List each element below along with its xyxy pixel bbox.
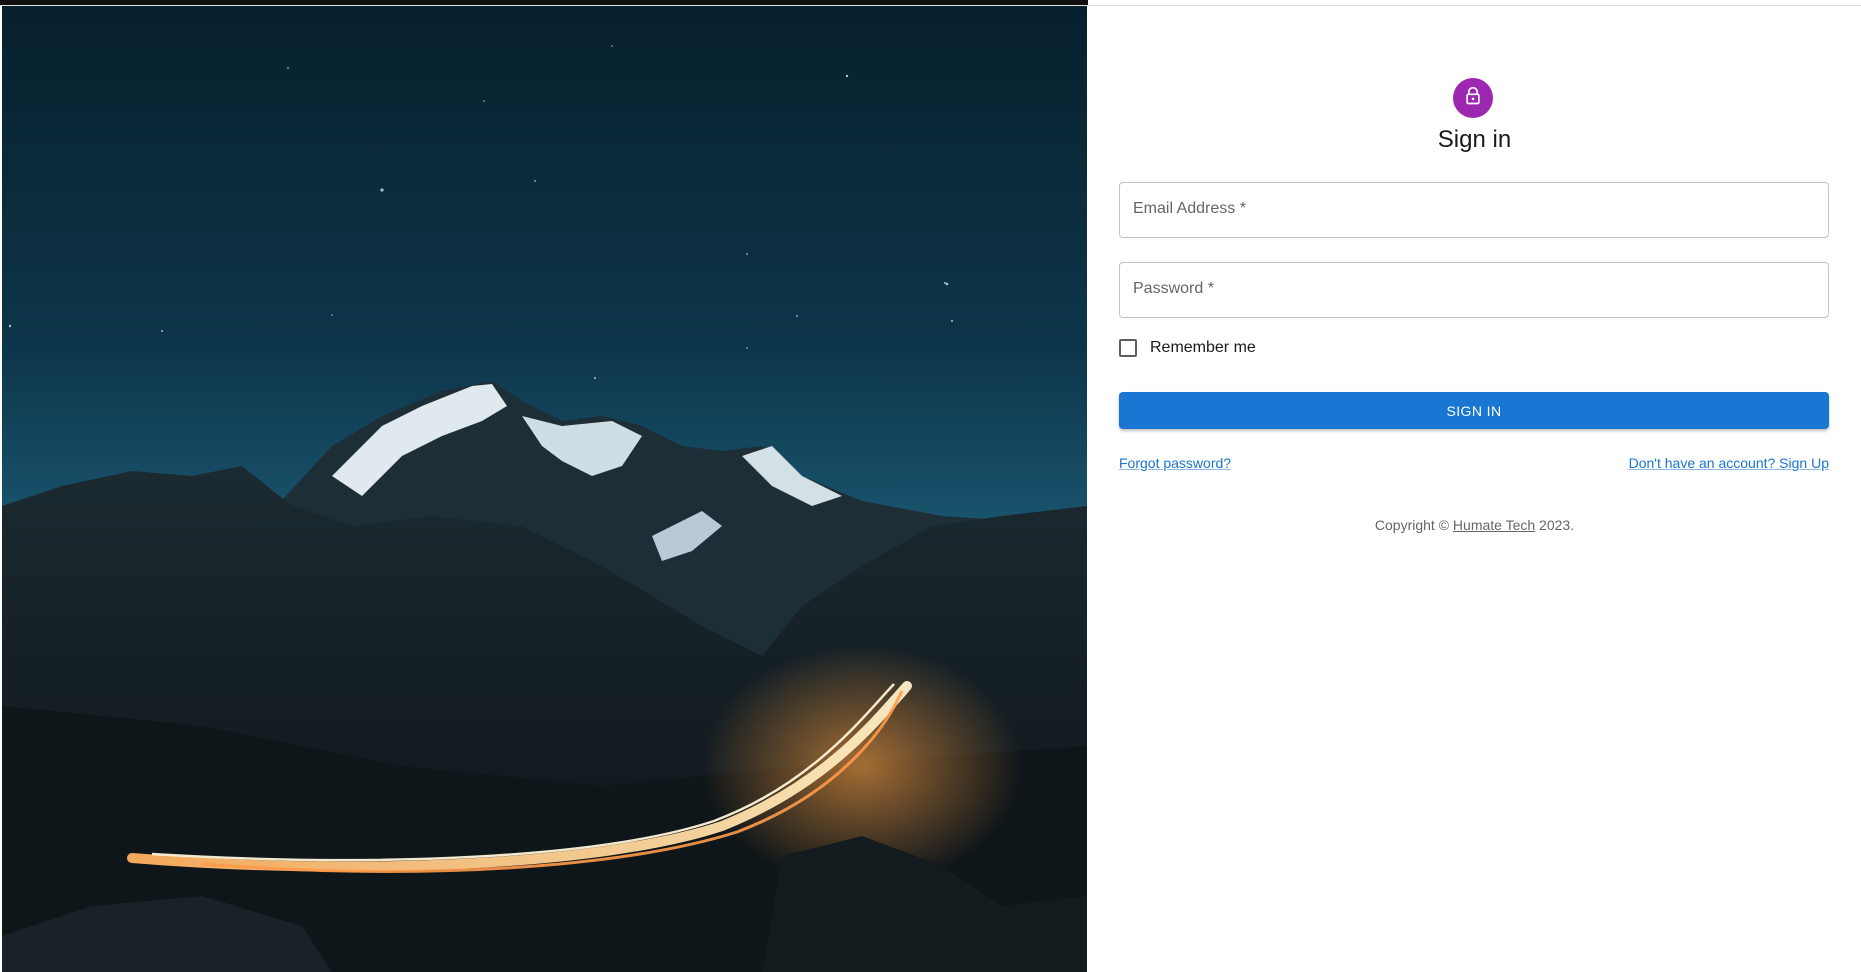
copyright: Copyright © Humate Tech 2023. (1088, 517, 1861, 533)
lock-avatar (1453, 78, 1493, 118)
copyright-suffix: 2023. (1535, 517, 1575, 533)
password-field[interactable]: Password * (1119, 262, 1829, 318)
email-input[interactable] (1120, 183, 1828, 237)
mountain-night-illustration (2, 6, 1087, 972)
sign-in-button[interactable]: SIGN IN (1119, 392, 1829, 429)
email-field[interactable]: Email Address * (1119, 182, 1829, 238)
lock-icon (1463, 86, 1483, 111)
sign-up-link[interactable]: Don't have an account? Sign Up (1629, 455, 1829, 471)
company-link[interactable]: Humate Tech (1453, 517, 1535, 533)
remember-me-label[interactable]: Remember me (1150, 339, 1256, 357)
sign-in-panel: Sign in Email Address * Password * Remem… (1088, 6, 1861, 972)
page-title: Sign in (1437, 126, 1512, 153)
hero-image (2, 6, 1087, 972)
remember-me[interactable]: Remember me (1119, 335, 1256, 361)
password-input[interactable] (1120, 263, 1828, 317)
copyright-prefix: Copyright © (1374, 517, 1453, 533)
sign-in-page: Sign in Email Address * Password * Remem… (0, 0, 1861, 972)
forgot-password-link[interactable]: Forgot password? (1119, 455, 1231, 471)
remember-me-checkbox[interactable] (1119, 339, 1137, 357)
top-border-dark (0, 0, 1088, 5)
